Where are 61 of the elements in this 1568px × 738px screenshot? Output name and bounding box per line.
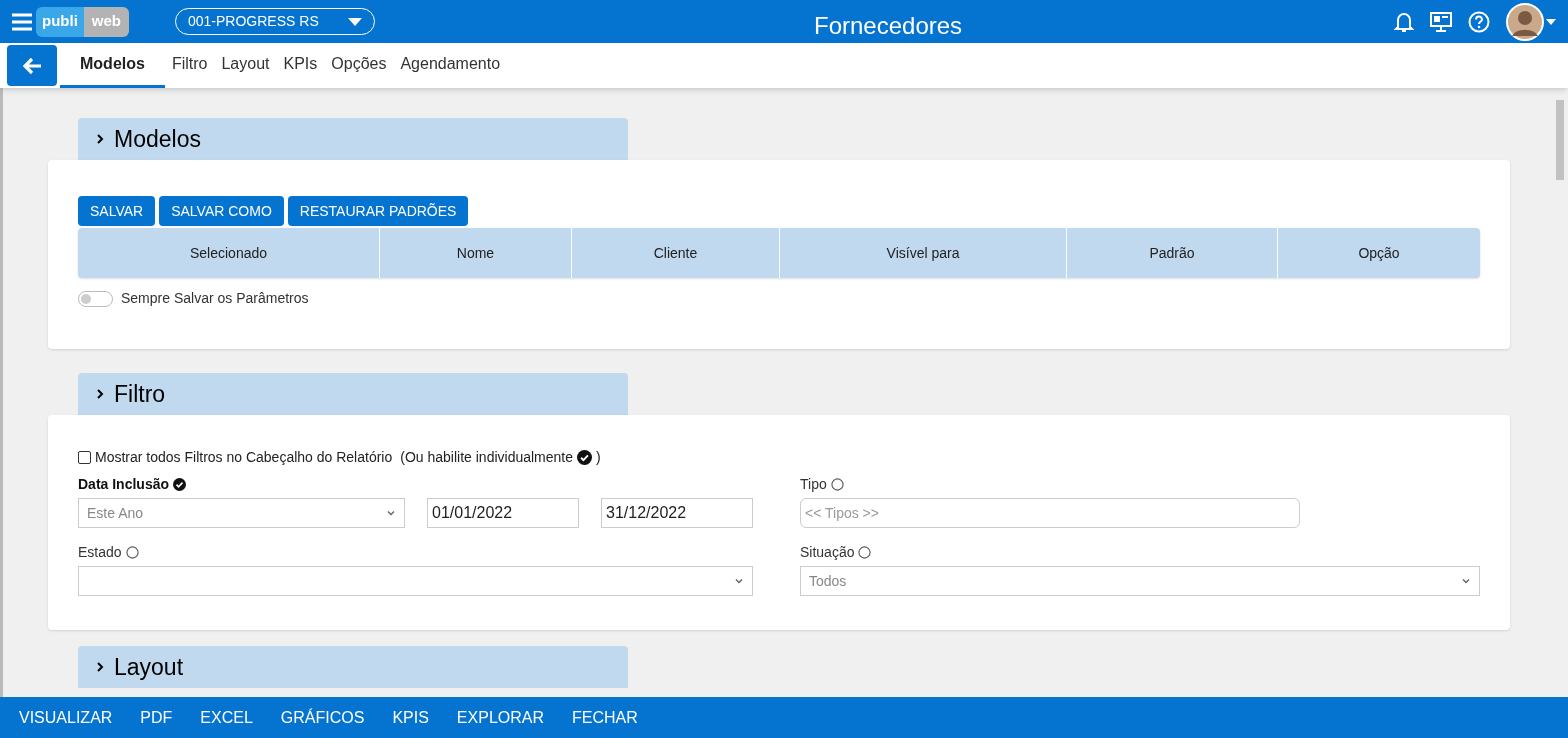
bell-icon[interactable] [1394, 10, 1414, 33]
tab[interactable]: KPIs [276, 43, 325, 88]
footer-button[interactable]: KPIS [392, 705, 429, 730]
action-button[interactable]: SALVAR COMO [159, 196, 284, 226]
caret-icon[interactable] [1546, 18, 1556, 25]
chevron-icon [94, 661, 106, 673]
field-label: Data Inclusão [78, 474, 170, 494]
column-header[interactable]: Nome [379, 228, 571, 278]
chevron-icon [94, 133, 106, 145]
tab[interactable]: Layout [214, 43, 277, 88]
toggle-switch[interactable] [78, 290, 113, 307]
column-header[interactable]: Selecionado [78, 228, 379, 278]
checkbox-label: Mostrar todos Filtros no Cabeçalho do Relatório [95, 448, 393, 467]
arrow-left-icon [22, 56, 42, 75]
column-header[interactable]: Cliente [571, 228, 779, 278]
section-title: Modelos [114, 124, 201, 154]
section-header[interactable]: Layout [78, 646, 628, 688]
caret-icon [386, 508, 396, 518]
field-label: Situação [800, 542, 855, 562]
section-header[interactable]: Modelos [78, 118, 628, 160]
caret-icon [734, 576, 744, 586]
tab[interactable]: Opções [324, 43, 394, 88]
tab[interactable]: Modelos [60, 43, 165, 88]
caret-icon [1461, 576, 1471, 586]
status-select[interactable]: Todos [800, 566, 1480, 596]
period-select[interactable]: Este Ano [78, 498, 405, 528]
footer-button[interactable]: VISUALIZAR [19, 705, 113, 730]
back-button[interactable] [7, 45, 57, 86]
type-field[interactable]: << Tipos >> [800, 498, 1300, 528]
column-header[interactable]: Padrão [1066, 228, 1277, 278]
date-field[interactable]: 01/01/2022 [427, 498, 579, 528]
avatar[interactable] [1506, 2, 1544, 41]
section-title: Filtro [114, 379, 166, 409]
footer-button[interactable]: GRÁFICOS [280, 705, 365, 730]
footer-button[interactable]: EXPLORAR [456, 705, 544, 730]
logo: publi web [36, 6, 129, 37]
footer-button[interactable]: EXCEL [200, 705, 253, 730]
caret-icon [348, 17, 362, 26]
menu-icon[interactable] [12, 12, 32, 31]
column-header[interactable]: Opção [1277, 228, 1480, 278]
date-field[interactable]: 31/12/2022 [601, 498, 753, 528]
hint-text: (Ou habilite individualmente [400, 448, 574, 467]
field-label: Estado [78, 542, 122, 562]
tab[interactable]: Filtro [164, 43, 215, 88]
footer-button[interactable]: PDF [140, 705, 173, 730]
checkbox[interactable] [78, 451, 91, 464]
action-button[interactable]: RESTAURAR PADRÕES [287, 196, 469, 226]
section-title: Layout [114, 652, 184, 682]
page-title: Fornecedores [814, 11, 963, 41]
hint-text: ) [596, 448, 601, 467]
footer-button[interactable]: FECHAR [572, 705, 638, 730]
field-label: Tipo [800, 474, 827, 494]
chevron-icon [94, 388, 106, 400]
column-header[interactable]: Visível para [779, 228, 1066, 278]
check-circle-icon [577, 450, 593, 465]
toggle-label: Sempre Salvar os Parâmetros [121, 289, 309, 308]
tab[interactable]: Agendamento [393, 43, 508, 88]
monitor-icon[interactable] [1430, 11, 1452, 32]
section-header[interactable]: Filtro [78, 373, 628, 415]
help-icon[interactable] [1468, 10, 1490, 33]
action-button[interactable]: SALVAR [78, 196, 156, 226]
